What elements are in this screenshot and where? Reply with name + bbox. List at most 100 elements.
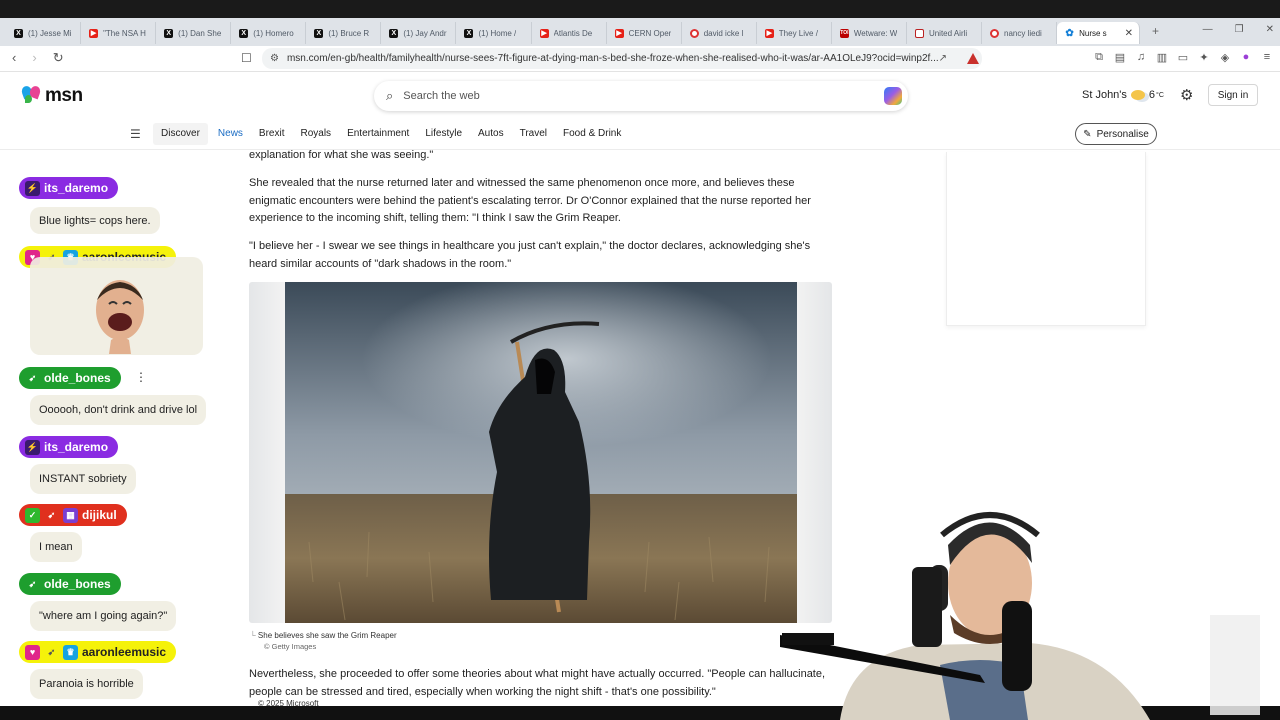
x-logo-icon: X bbox=[389, 28, 399, 38]
bookmarks-icon[interactable]: ♫ bbox=[1135, 51, 1147, 64]
article-paragraph: She revealed that the nurse returned lat… bbox=[249, 177, 811, 224]
warning-icon[interactable] bbox=[967, 53, 980, 64]
browser-tab[interactable]: ▶ "The NSA H bbox=[81, 22, 157, 44]
address-toolbar: ‹ › ↻ ☐ ⚙ msn.com/en-gb/health/familyhea… bbox=[0, 46, 1280, 72]
site-info-icon[interactable]: ⚙ bbox=[270, 53, 279, 64]
arrow-left-icon[interactable]: ‹ bbox=[12, 50, 16, 66]
browser-tab[interactable]: TOI Wetware: W bbox=[832, 22, 907, 44]
x-logo-icon: X bbox=[14, 28, 23, 38]
msn-header: msn ⌕ St John's 6°C ⚙ Sign in bbox=[0, 73, 1280, 119]
split-view-icon[interactable]: ▭ bbox=[1177, 51, 1189, 64]
gun-badge-icon: ➹ bbox=[28, 578, 37, 589]
reader-icon[interactable]: ▤ bbox=[1114, 51, 1126, 64]
hamburger-menu-icon[interactable]: ☰ bbox=[130, 127, 141, 141]
search-box[interactable]: ⌕ bbox=[374, 81, 908, 111]
sign-in-button[interactable]: Sign in bbox=[1208, 84, 1258, 106]
browser-tab[interactable]: ▶ They Live / bbox=[757, 22, 832, 44]
browser-tab[interactable]: nancy liedi bbox=[982, 22, 1058, 44]
chat-message: ♥ ➹ ♛ aaronleemusic Paranoia is horrible bbox=[19, 641, 177, 699]
tab-title: CERN Oper bbox=[628, 28, 672, 38]
user-badge-icon: ⚡ bbox=[25, 180, 40, 196]
chat-username: its_daremo bbox=[44, 440, 109, 454]
tab-title: (1) Dan She bbox=[178, 28, 222, 38]
article-paragraph: explanation for what she was seeing." bbox=[249, 150, 434, 161]
msn-logo[interactable]: msn bbox=[20, 84, 83, 107]
chat-message: ✓ ➹ ▦ dijikul I mean bbox=[19, 504, 127, 562]
article-paragraph: "I believe her - I swear we see things i… bbox=[249, 240, 811, 270]
stream-chat-overlay: ⚡ its_daremo Blue lights= cops here. ♥ ➹… bbox=[0, 150, 240, 706]
sidebar-icon[interactable]: ▥ bbox=[1156, 51, 1168, 64]
nav-item-travel[interactable]: Travel bbox=[512, 123, 555, 145]
nav-item-brexit[interactable]: Brexit bbox=[251, 123, 293, 145]
sidebar-ad-panel bbox=[946, 152, 1146, 326]
chat-username-badge: ♥ ➹ ♛ aaronleemusic bbox=[19, 641, 177, 663]
nav-item-royals[interactable]: Royals bbox=[292, 123, 339, 145]
bookmark-icon[interactable]: ☐ bbox=[241, 51, 252, 65]
browser-tab[interactable]: X (1) Jay Andr bbox=[381, 22, 457, 44]
shield-icon[interactable]: ◈ bbox=[1219, 51, 1231, 64]
copilot-icon[interactable] bbox=[884, 87, 902, 105]
gear-icon[interactable]: ⚙ bbox=[1180, 86, 1193, 104]
browser-tab[interactable]: X (1) Bruce R bbox=[306, 22, 382, 44]
minimize-icon[interactable]: — bbox=[1203, 24, 1213, 35]
menu-icon[interactable]: ≡ bbox=[1261, 51, 1273, 64]
weather-location: St John's bbox=[1082, 89, 1127, 101]
weather-widget[interactable]: St John's 6 °C bbox=[1082, 89, 1164, 101]
browser-tab[interactable]: X (1) Jesse Mi bbox=[6, 22, 82, 44]
crown-badge-icon: ♛ bbox=[63, 644, 78, 660]
nav-item-discover[interactable]: Discover bbox=[153, 123, 208, 145]
close-window-icon[interactable]: ✕ bbox=[1266, 24, 1274, 35]
more-options-icon[interactable]: ⋮ bbox=[135, 370, 147, 384]
share-icon[interactable]: ↗ bbox=[939, 53, 947, 64]
nav-item-entertainment[interactable]: Entertainment bbox=[339, 123, 417, 145]
chat-message: ♥ ➹ ♛ aaronleemusic bbox=[19, 246, 203, 355]
msn-butterfly-icon: ✿ bbox=[1065, 27, 1074, 39]
tab-strip: X (1) Jesse Mi ▶ "The NSA H X (1) Dan She X… bbox=[6, 22, 1141, 44]
extensions-toolbar: ⧉ ▤ ♫ ▥ ▭ ✦ ◈ ● ≡ bbox=[1093, 51, 1273, 64]
browser-tab[interactable]: ▶ Atlantis De bbox=[532, 22, 607, 44]
arrow-right-icon[interactable]: › bbox=[32, 50, 36, 66]
image-credit: © Getty Images bbox=[264, 642, 317, 651]
extension-icon[interactable]: ⧉ bbox=[1093, 51, 1105, 64]
profile-icon[interactable]: ● bbox=[1240, 51, 1252, 64]
nav-item-autos[interactable]: Autos bbox=[470, 123, 512, 145]
youtube-icon: ▶ bbox=[614, 28, 624, 38]
url-bar[interactable]: ⚙ msn.com/en-gb/health/familyhealth/nurs… bbox=[262, 48, 982, 69]
youtube-icon: ▶ bbox=[89, 28, 99, 38]
nav-item-food-drink[interactable]: Food & Drink bbox=[555, 123, 629, 145]
nav-buttons: ‹ › ↻ bbox=[12, 50, 64, 66]
partly-cloudy-icon bbox=[1130, 90, 1145, 100]
browser-tab[interactable]: X (1) Homero bbox=[231, 22, 307, 44]
browser-tab-active[interactable]: ✿ Nurse s ✕ bbox=[1057, 22, 1141, 44]
chat-username: aaronleemusic bbox=[82, 645, 167, 659]
window-controls: — ❐ ✕ bbox=[1203, 24, 1274, 35]
chat-bubble: INSTANT sobriety bbox=[30, 464, 136, 494]
browser-tab[interactable]: X (1) Home / bbox=[456, 22, 532, 44]
search-input[interactable] bbox=[403, 90, 844, 102]
laughing-face-emote-icon bbox=[96, 280, 144, 354]
user-badge-icon: ⚡ bbox=[25, 439, 40, 455]
browser-tab[interactable]: United Airli bbox=[907, 22, 983, 44]
chat-username-badge: ➹ olde_bones bbox=[19, 367, 121, 389]
new-tab-button[interactable]: + bbox=[1152, 24, 1159, 38]
personalise-button[interactable]: ✎ Personalise bbox=[1075, 123, 1157, 145]
article-image[interactable] bbox=[249, 282, 832, 623]
tab-title: (1) Homero bbox=[253, 28, 294, 38]
tab-title: Nurse s bbox=[1079, 28, 1107, 38]
tab-title: United Airli bbox=[928, 28, 968, 38]
browser-tab[interactable]: X (1) Dan She bbox=[156, 22, 232, 44]
msn-logo-text: msn bbox=[45, 85, 83, 106]
nav-item-news[interactable]: News bbox=[210, 123, 251, 145]
gun-badge-icon: ➹ bbox=[47, 509, 56, 520]
tab-title: (1) Jay Andr bbox=[403, 28, 447, 38]
puzzle-icon[interactable]: ✦ bbox=[1198, 51, 1210, 64]
chat-message: ⚡ its_daremo INSTANT sobriety bbox=[19, 436, 136, 494]
maximize-icon[interactable]: ❐ bbox=[1235, 24, 1244, 35]
nav-item-lifestyle[interactable]: Lifestyle bbox=[417, 123, 470, 145]
browser-tab[interactable]: ▶ CERN Oper bbox=[607, 22, 682, 44]
tab-title: "The NSA H bbox=[103, 28, 146, 38]
reload-icon[interactable]: ↻ bbox=[53, 50, 64, 66]
browser-tab[interactable]: david icke l bbox=[682, 22, 757, 44]
close-tab-icon[interactable]: ✕ bbox=[1125, 28, 1133, 39]
chat-bubble-emote bbox=[30, 257, 203, 355]
